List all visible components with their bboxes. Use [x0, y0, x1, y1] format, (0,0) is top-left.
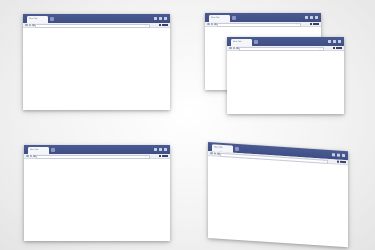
tab[interactable]: New Tab	[231, 38, 252, 46]
address-bar[interactable]: ☆	[36, 154, 150, 160]
toolbar-icons	[158, 154, 168, 158]
extension-icon[interactable]	[162, 23, 165, 27]
minimize-icon[interactable]	[154, 147, 157, 151]
close-icon[interactable]	[342, 153, 345, 157]
tab[interactable]: New Tab	[28, 146, 49, 154]
window-controls	[154, 16, 167, 20]
maximize-icon[interactable]	[159, 147, 162, 151]
address-bar[interactable]: ☆	[217, 22, 301, 28]
toolbar-icons	[336, 160, 346, 164]
minimize-icon[interactable]	[154, 16, 157, 20]
forward-icon[interactable]	[29, 154, 32, 158]
menu-icon[interactable]	[165, 154, 168, 158]
bookmark-star-icon[interactable]: ☆	[145, 155, 147, 158]
maximize-icon[interactable]	[337, 153, 340, 157]
maximize-icon[interactable]	[159, 16, 162, 20]
extension-icon[interactable]	[336, 46, 339, 50]
address-bar[interactable]: ☆	[35, 23, 150, 29]
close-icon[interactable]	[315, 15, 318, 19]
nav-buttons	[229, 46, 239, 50]
forward-icon[interactable]	[213, 152, 216, 155]
extension-icon[interactable]	[158, 154, 162, 158]
menu-icon[interactable]	[316, 22, 319, 26]
bookmark-star-icon[interactable]: ☆	[296, 23, 298, 26]
bookmark-star-icon[interactable]: ☆	[323, 160, 325, 163]
toolbar: ☆	[24, 154, 170, 160]
extension-icon[interactable]	[158, 23, 162, 27]
extension-icon[interactable]	[340, 160, 343, 164]
window-controls	[328, 39, 341, 43]
toolbar: ☆	[23, 23, 170, 29]
menu-icon[interactable]	[343, 160, 346, 164]
window-controls	[332, 152, 345, 157]
toolbar: ☆	[205, 22, 321, 28]
menu-icon[interactable]	[339, 46, 342, 50]
nav-buttons	[26, 154, 36, 158]
tab[interactable]: New Tab	[209, 14, 230, 22]
back-icon[interactable]	[207, 22, 210, 26]
minimize-icon[interactable]	[332, 152, 335, 156]
window-controls	[305, 15, 318, 19]
back-icon[interactable]	[25, 23, 28, 27]
new-tab-button[interactable]	[232, 16, 236, 20]
toolbar: ☆	[227, 46, 344, 52]
extension-icon[interactable]	[309, 22, 313, 26]
toolbar-icons	[158, 23, 168, 27]
bookmark-star-icon[interactable]: ☆	[145, 24, 147, 27]
toolbar-icons	[309, 22, 319, 26]
forward-icon[interactable]	[210, 22, 213, 26]
forward-icon[interactable]	[28, 23, 31, 27]
toolbar-icons	[332, 46, 342, 50]
back-icon[interactable]	[26, 154, 29, 158]
new-tab-button[interactable]	[51, 148, 55, 152]
nav-buttons	[207, 22, 217, 26]
browser-window-top-left: New Tab ☆	[23, 14, 170, 110]
window-controls	[154, 147, 167, 151]
address-bar[interactable]: ☆	[239, 46, 324, 52]
title-bar: New Tab	[24, 145, 170, 154]
extension-icon[interactable]	[162, 154, 165, 158]
minimize-icon[interactable]	[328, 39, 331, 43]
extension-icon[interactable]	[336, 160, 340, 163]
maximize-icon[interactable]	[310, 15, 313, 19]
extension-icon[interactable]	[332, 46, 336, 50]
new-tab-button[interactable]	[254, 40, 258, 44]
new-tab-button[interactable]	[50, 17, 54, 21]
back-icon[interactable]	[229, 46, 232, 50]
close-icon[interactable]	[164, 16, 167, 20]
title-bar: New Tab	[205, 13, 321, 22]
maximize-icon[interactable]	[333, 39, 336, 43]
browser-window-front-right: New Tab ☆	[227, 37, 344, 114]
bookmark-star-icon[interactable]: ☆	[319, 47, 321, 50]
new-tab-button[interactable]	[235, 146, 239, 152]
minimize-icon[interactable]	[305, 15, 308, 19]
menu-icon[interactable]	[165, 23, 168, 27]
browser-window-bottom-left: New Tab ☆	[24, 145, 170, 241]
back-icon[interactable]	[210, 151, 213, 155]
close-icon[interactable]	[338, 39, 341, 43]
title-bar: New Tab	[227, 37, 344, 46]
browser-window-bottom-right: New Tab ☆	[208, 142, 348, 248]
close-icon[interactable]	[164, 147, 167, 151]
mockup-canvas: { "windows": [ { "id": "top-left", "tab_…	[0, 0, 375, 250]
nav-buttons	[210, 151, 220, 156]
tab[interactable]: New Tab	[27, 15, 48, 23]
title-bar: New Tab	[23, 14, 170, 23]
forward-icon[interactable]	[232, 46, 235, 50]
nav-buttons	[25, 23, 35, 27]
extension-icon[interactable]	[313, 22, 316, 26]
